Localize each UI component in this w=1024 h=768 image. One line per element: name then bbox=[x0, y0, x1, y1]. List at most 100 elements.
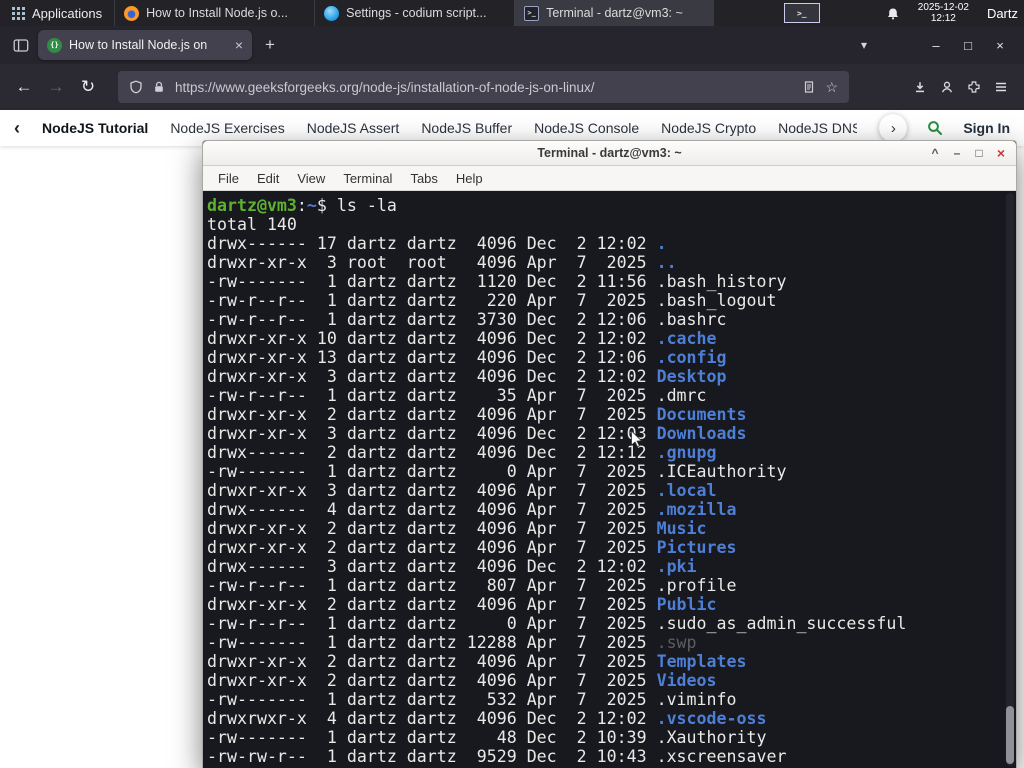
terminal-menu-edit[interactable]: Edit bbox=[248, 171, 288, 186]
browser-toolbar: ← → ↻ https://www.geeksforgeeks.org/node… bbox=[0, 64, 1024, 110]
nav-link-active[interactable]: NodeJS Tutorial bbox=[42, 120, 148, 136]
browser-minimize-button[interactable]: – bbox=[920, 31, 952, 59]
clock[interactable]: 2025-12-02 12:12 bbox=[918, 2, 969, 24]
scrollbar-thumb[interactable] bbox=[1006, 706, 1014, 764]
nav-link[interactable]: NodeJS Buffer bbox=[421, 120, 512, 136]
nav-link[interactable]: NodeJS Crypto bbox=[661, 120, 756, 136]
firefox-view-icon[interactable] bbox=[8, 32, 34, 58]
terminal-line: drwxr-xr-x 2 dartz dartz 4096 Apr 7 2025… bbox=[207, 652, 747, 671]
terminal-line: drwxr-xr-x 2 dartz dartz 4096 Apr 7 2025… bbox=[207, 405, 747, 424]
nav-scroll-left-icon[interactable]: ‹ bbox=[14, 118, 20, 139]
account-icon[interactable] bbox=[940, 80, 954, 94]
task-title: Terminal - dartz@vm3: ~ bbox=[546, 6, 683, 20]
terminal-titlebar[interactable]: Terminal - dartz@vm3: ~ ^ – □ × bbox=[203, 141, 1016, 166]
user-menu[interactable]: Dartz bbox=[987, 6, 1018, 21]
sign-in-button[interactable]: Sign In bbox=[963, 120, 1010, 136]
panel-task[interactable]: >_ Terminal - dartz@vm3: ~ bbox=[514, 0, 715, 26]
terminal-total-line: total 140 bbox=[207, 215, 297, 234]
nav-link[interactable]: NodeJS DNS bbox=[778, 120, 857, 136]
menu-icon[interactable] bbox=[994, 80, 1008, 94]
terminal-menu-help[interactable]: Help bbox=[447, 171, 492, 186]
extensions-icon[interactable] bbox=[967, 80, 981, 94]
terminal-menu-tabs[interactable]: Tabs bbox=[401, 171, 446, 186]
panel-task[interactable]: How to Install Node.js o... bbox=[114, 0, 314, 26]
desktop: Applications How to Install Node.js o...… bbox=[0, 0, 1024, 768]
panel-right: >_ 2025-12-02 12:12 Dartz bbox=[783, 0, 1024, 26]
terminal-scrollbar[interactable] bbox=[1006, 193, 1014, 766]
prompt-separator: : bbox=[296, 196, 307, 215]
terminal-line: drwx------ 4 dartz dartz 4096 Apr 7 2025… bbox=[207, 500, 737, 519]
nav-scroll-right-button[interactable]: › bbox=[879, 114, 908, 142]
terminal-line: -rw-r--r-- 1 dartz dartz 220 Apr 7 2025 … bbox=[207, 291, 777, 310]
terminal-line: -rw------- 1 dartz dartz 48 Dec 2 10:39 … bbox=[207, 728, 767, 747]
terminal-line: -rw------- 1 dartz dartz 532 Apr 7 2025 … bbox=[207, 690, 737, 709]
terminal-icon: >_ bbox=[524, 5, 540, 21]
panel-task-list: How to Install Node.js o... Settings - co… bbox=[114, 0, 715, 26]
terminal-glyph: >_ bbox=[796, 8, 807, 18]
terminal-line: -rw------- 1 dartz dartz 0 Apr 7 2025 .I… bbox=[207, 462, 787, 481]
applications-menu[interactable]: Applications bbox=[0, 0, 114, 26]
lock-icon[interactable] bbox=[152, 80, 166, 94]
terminal-menu-view[interactable]: View bbox=[288, 171, 334, 186]
tab-favicon: {} bbox=[47, 37, 62, 53]
panel-task[interactable]: Settings - codium script... bbox=[314, 0, 514, 26]
gfg-nav-right: › Sign In bbox=[879, 114, 1010, 142]
terminal-line: drwx------ 3 dartz dartz 4096 Dec 2 12:0… bbox=[207, 557, 697, 576]
nav-link[interactable]: NodeJS Exercises bbox=[170, 120, 284, 136]
terminal-line: drwxrwxr-x 4 dartz dartz 4096 Dec 2 12:0… bbox=[207, 709, 767, 728]
tab-close-icon[interactable]: × bbox=[235, 37, 243, 53]
terminal-shade-button[interactable]: ^ bbox=[924, 146, 946, 160]
nav-link[interactable]: NodeJS Assert bbox=[307, 120, 400, 136]
notification-bell-icon[interactable] bbox=[886, 7, 900, 20]
terminal-line: -rw-r--r-- 1 dartz dartz 35 Apr 7 2025 .… bbox=[207, 386, 707, 405]
terminal-line: drwx------ 17 dartz dartz 4096 Dec 2 12:… bbox=[207, 234, 667, 253]
terminal-close-button[interactable]: × bbox=[990, 145, 1012, 161]
browser-tabstrip: {} How to Install Node.js on × + ▾ – □ × bbox=[0, 26, 1024, 64]
tabstrip-right: ▾ – □ × bbox=[852, 31, 1016, 59]
url-bar[interactable]: https://www.geeksforgeeks.org/node-js/in… bbox=[118, 71, 849, 103]
back-button[interactable]: ← bbox=[8, 71, 40, 103]
search-icon[interactable] bbox=[927, 120, 943, 136]
forward-button[interactable]: → bbox=[40, 71, 72, 103]
terminal-prompt-line: dartz@vm3:~$ ls -la bbox=[207, 196, 1016, 215]
new-tab-button[interactable]: + bbox=[256, 31, 284, 59]
terminal-maximize-button[interactable]: □ bbox=[968, 146, 990, 160]
prompt-symbol: $ bbox=[316, 196, 327, 215]
terminal-window: Terminal - dartz@vm3: ~ ^ – □ × File Edit… bbox=[202, 140, 1017, 768]
terminal-window-controls: ^ – □ × bbox=[924, 141, 1012, 165]
browser-close-button[interactable]: × bbox=[984, 31, 1016, 59]
terminal-line: drwxr-xr-x 2 dartz dartz 4096 Apr 7 2025… bbox=[207, 538, 737, 557]
terminal-minimize-button[interactable]: – bbox=[946, 146, 968, 160]
firefox-icon bbox=[124, 5, 140, 21]
browser-tab[interactable]: {} How to Install Node.js on × bbox=[38, 30, 252, 60]
terminal-menu-terminal[interactable]: Terminal bbox=[334, 171, 401, 186]
terminal-title: Terminal - dartz@vm3: ~ bbox=[537, 146, 682, 160]
bookmark-star-icon[interactable]: ☆ bbox=[825, 79, 838, 96]
terminal-line: drwxr-xr-x 2 dartz dartz 4096 Apr 7 2025… bbox=[207, 595, 717, 614]
nav-link[interactable]: NodeJS Console bbox=[534, 120, 639, 136]
task-title: Settings - codium script... bbox=[346, 6, 487, 20]
terminal-line: -rw-r--r-- 1 dartz dartz 807 Apr 7 2025 … bbox=[207, 576, 737, 595]
terminal-content[interactable]: dartz@vm3:~$ ls -la total 140 drwx------… bbox=[203, 191, 1016, 768]
tray-terminal-icon[interactable]: >_ bbox=[783, 3, 820, 23]
terminal-menu-file[interactable]: File bbox=[209, 171, 248, 186]
chevron-right-icon: › bbox=[890, 119, 896, 137]
applications-grid-icon bbox=[12, 6, 25, 20]
terminal-line: -rw-r--r-- 1 dartz dartz 3730 Dec 2 12:0… bbox=[207, 310, 727, 329]
terminal-line: drwxr-xr-x 2 dartz dartz 4096 Apr 7 2025… bbox=[207, 519, 707, 538]
terminal-menubar: File Edit View Terminal Tabs Help bbox=[203, 166, 1016, 191]
reload-button[interactable]: ↻ bbox=[72, 71, 104, 103]
reader-mode-icon[interactable] bbox=[802, 80, 816, 94]
clock-time: 12:12 bbox=[930, 13, 956, 24]
prompt-command: ls -la bbox=[326, 196, 397, 215]
applications-label: Applications bbox=[32, 5, 103, 21]
prompt-path: ~ bbox=[306, 196, 317, 215]
top-panel: Applications How to Install Node.js o...… bbox=[0, 0, 1024, 26]
browser-maximize-button[interactable]: □ bbox=[952, 31, 984, 59]
terminal-line: drwxr-xr-x 3 root root 4096 Apr 7 2025 .… bbox=[207, 253, 677, 272]
downloads-icon[interactable] bbox=[913, 80, 927, 94]
browser-window-controls: – □ × bbox=[920, 31, 1016, 59]
shield-icon[interactable] bbox=[129, 80, 143, 94]
mouse-cursor bbox=[631, 430, 643, 448]
list-all-tabs-icon[interactable]: ▾ bbox=[852, 38, 876, 52]
